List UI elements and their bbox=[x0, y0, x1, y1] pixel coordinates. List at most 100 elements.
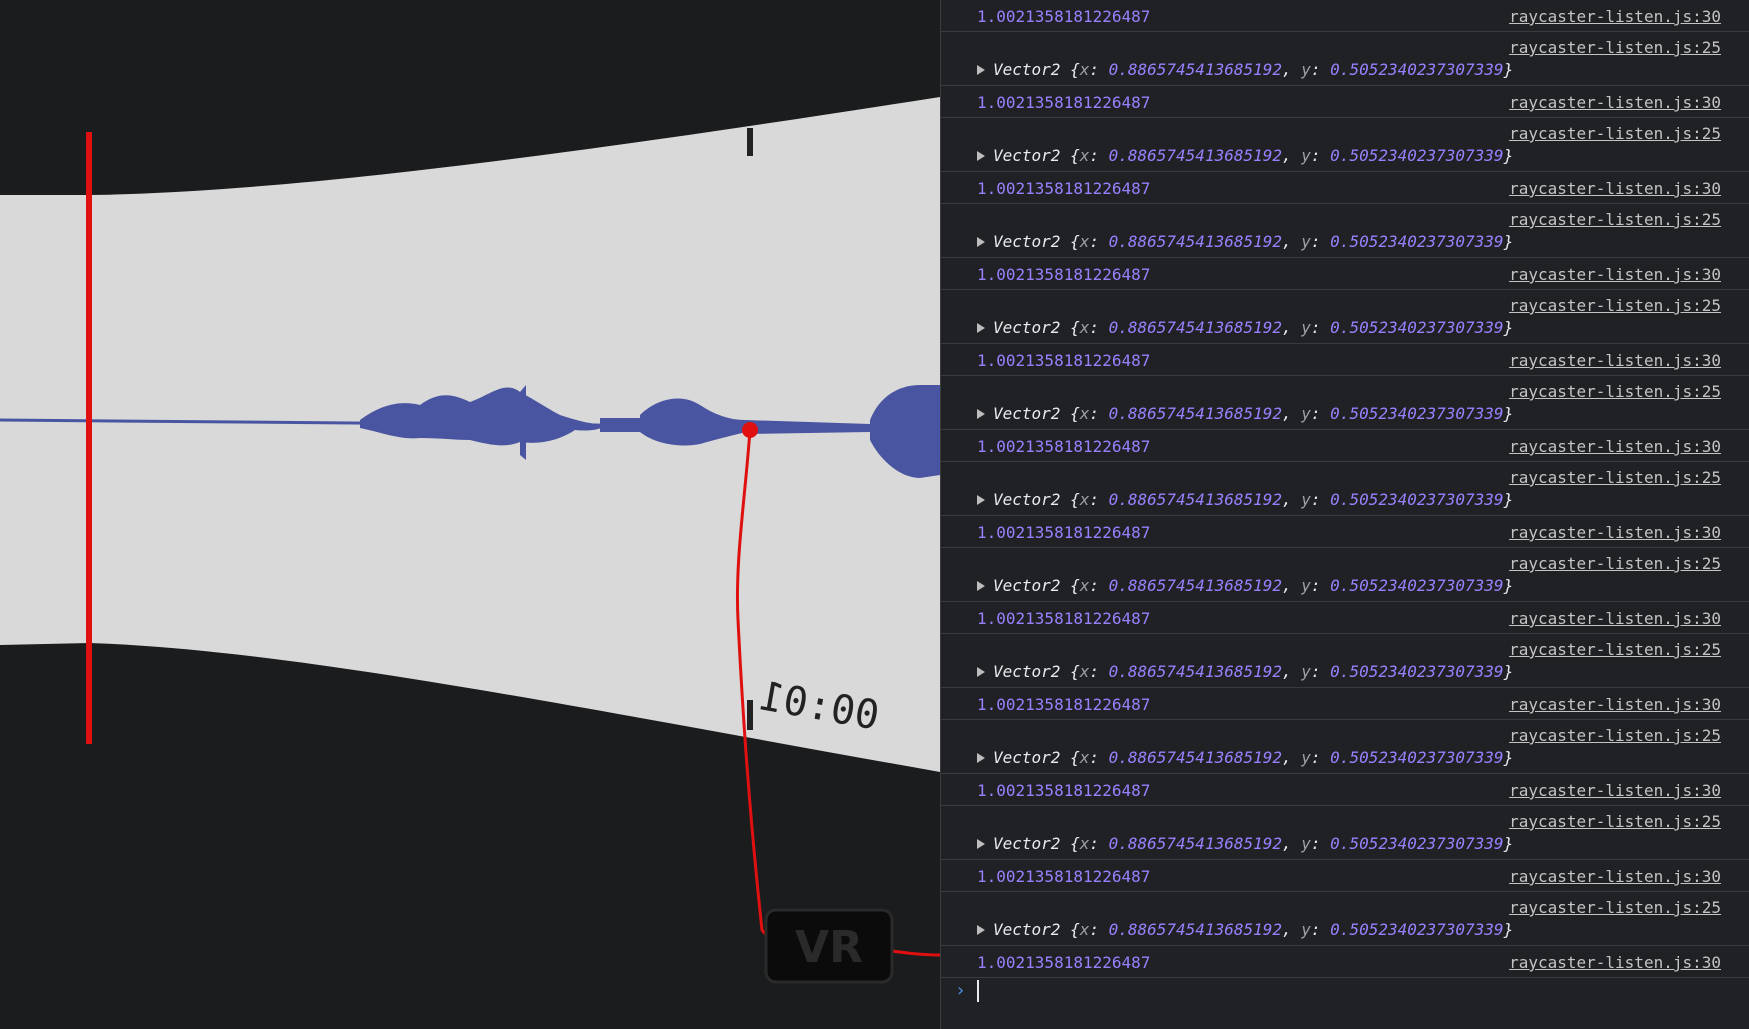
source-link[interactable]: raycaster-listen.js:30 bbox=[1509, 437, 1721, 456]
devtools-console[interactable]: raycaster-listen.js:30 1.0021358181226487… bbox=[940, 0, 1749, 1029]
property-value-y: 0.5052340237307339 bbox=[1330, 920, 1504, 939]
object-preview[interactable]: Vector2 {x: 0.8865745413685192, y: 0.505… bbox=[977, 318, 1513, 337]
property-key: x bbox=[1079, 146, 1090, 165]
expand-triangle-icon[interactable] bbox=[977, 408, 985, 419]
log-value: 1.0021358181226487 bbox=[977, 953, 1151, 972]
object-preview[interactable]: Vector2 {x: 0.8865745413685192, y: 0.505… bbox=[977, 834, 1513, 853]
property-value-x: 0.8865745413685192 bbox=[1108, 404, 1282, 423]
property-key: x bbox=[1079, 404, 1090, 423]
property-key: x bbox=[1079, 576, 1090, 595]
property-value-x: 0.8865745413685192 bbox=[1108, 490, 1282, 509]
console-prompt[interactable]: › bbox=[941, 976, 1749, 1006]
object-preview[interactable]: Vector2 {x: 0.8865745413685192, y: 0.505… bbox=[977, 60, 1513, 79]
object-class-name: Vector2 bbox=[993, 920, 1061, 939]
console-log-row-object: raycaster-listen.js:25 Vector2 {x: 0.8865… bbox=[941, 32, 1749, 86]
property-value-y: 0.5052340237307339 bbox=[1330, 232, 1504, 251]
source-link[interactable]: raycaster-listen.js:30 bbox=[1509, 179, 1721, 198]
property-value-x: 0.8865745413685192 bbox=[1108, 662, 1282, 681]
property-key: y bbox=[1301, 146, 1311, 165]
object-preview[interactable]: Vector2 {x: 0.8865745413685192, y: 0.505… bbox=[977, 920, 1513, 939]
source-link[interactable]: raycaster-listen.js:30 bbox=[1509, 351, 1721, 370]
source-link[interactable]: raycaster-listen.js:25 bbox=[1509, 898, 1721, 917]
source-link[interactable]: raycaster-listen.js:30 bbox=[1509, 695, 1721, 714]
log-value: 1.0021358181226487 bbox=[977, 437, 1151, 456]
source-link[interactable]: raycaster-listen.js:30 bbox=[1509, 781, 1721, 800]
expand-triangle-icon[interactable] bbox=[977, 924, 985, 935]
log-value: 1.0021358181226487 bbox=[977, 351, 1151, 370]
property-value-x: 0.8865745413685192 bbox=[1108, 576, 1282, 595]
source-link[interactable]: raycaster-listen.js:30 bbox=[1509, 609, 1721, 628]
property-key: x bbox=[1079, 662, 1090, 681]
console-log-row-object: raycaster-listen.js:25 Vector2 {x: 0.8865… bbox=[941, 376, 1749, 430]
source-link[interactable]: raycaster-listen.js:25 bbox=[1509, 812, 1721, 831]
property-value-y: 0.5052340237307339 bbox=[1330, 318, 1504, 337]
source-link[interactable]: raycaster-listen.js:25 bbox=[1509, 382, 1721, 401]
object-class-name: Vector2 bbox=[993, 318, 1061, 337]
source-link[interactable]: raycaster-listen.js:25 bbox=[1509, 38, 1721, 57]
top-tick-marker bbox=[747, 128, 753, 156]
console-log-row-number: raycaster-listen.js:30 1.0021358181226487 bbox=[941, 774, 1749, 806]
property-value-x: 0.8865745413685192 bbox=[1108, 748, 1282, 767]
expand-triangle-icon[interactable] bbox=[977, 752, 985, 763]
object-preview[interactable]: Vector2 {x: 0.8865745413685192, y: 0.505… bbox=[977, 146, 1513, 165]
object-class-name: Vector2 bbox=[993, 662, 1061, 681]
object-class-name: Vector2 bbox=[993, 146, 1061, 165]
vr-button[interactable]: VR bbox=[764, 908, 894, 984]
expand-triangle-icon[interactable] bbox=[977, 322, 985, 333]
console-log-row-object: raycaster-listen.js:25 Vector2 {x: 0.8865… bbox=[941, 892, 1749, 946]
bottom-tick-marker bbox=[747, 700, 753, 730]
source-link[interactable]: raycaster-listen.js:30 bbox=[1509, 953, 1721, 972]
source-link[interactable]: raycaster-listen.js:25 bbox=[1509, 296, 1721, 315]
scene-canvas[interactable]: 00:01 VR bbox=[0, 0, 940, 1029]
log-value: 1.0021358181226487 bbox=[977, 695, 1151, 714]
property-key: x bbox=[1079, 834, 1090, 853]
expand-triangle-icon[interactable] bbox=[977, 494, 985, 505]
property-value-x: 0.8865745413685192 bbox=[1108, 834, 1282, 853]
expand-triangle-icon[interactable] bbox=[977, 64, 985, 75]
prompt-chevron-icon: › bbox=[955, 980, 966, 1001]
object-preview[interactable]: Vector2 {x: 0.8865745413685192, y: 0.505… bbox=[977, 490, 1513, 509]
property-key: y bbox=[1301, 232, 1311, 251]
log-value: 1.0021358181226487 bbox=[977, 265, 1151, 284]
object-preview[interactable]: Vector2 {x: 0.8865745413685192, y: 0.505… bbox=[977, 404, 1513, 423]
console-log-row-number: raycaster-listen.js:30 1.0021358181226487 bbox=[941, 602, 1749, 634]
property-key: y bbox=[1301, 834, 1311, 853]
property-key: y bbox=[1301, 60, 1311, 79]
console-log-row-number: raycaster-listen.js:30 1.0021358181226487 bbox=[941, 946, 1749, 978]
source-link[interactable]: raycaster-listen.js:25 bbox=[1509, 554, 1721, 573]
source-link[interactable]: raycaster-listen.js:25 bbox=[1509, 640, 1721, 659]
source-link[interactable]: raycaster-listen.js:25 bbox=[1509, 210, 1721, 229]
source-link[interactable]: raycaster-listen.js:30 bbox=[1509, 265, 1721, 284]
console-log-row-object: raycaster-listen.js:25 Vector2 {x: 0.8865… bbox=[941, 118, 1749, 172]
source-link[interactable]: raycaster-listen.js:30 bbox=[1509, 7, 1721, 26]
object-preview[interactable]: Vector2 {x: 0.8865745413685192, y: 0.505… bbox=[977, 576, 1513, 595]
source-link[interactable]: raycaster-listen.js:25 bbox=[1509, 726, 1721, 745]
object-preview[interactable]: Vector2 {x: 0.8865745413685192, y: 0.505… bbox=[977, 232, 1513, 251]
source-link[interactable]: raycaster-listen.js:30 bbox=[1509, 93, 1721, 112]
console-log-row-number: raycaster-listen.js:30 1.0021358181226487 bbox=[941, 0, 1749, 32]
source-link[interactable]: raycaster-listen.js:30 bbox=[1509, 867, 1721, 886]
console-log-row-number: raycaster-listen.js:30 1.0021358181226487 bbox=[941, 516, 1749, 548]
source-link[interactable]: raycaster-listen.js:25 bbox=[1509, 468, 1721, 487]
expand-triangle-icon[interactable] bbox=[977, 150, 985, 161]
expand-triangle-icon[interactable] bbox=[977, 580, 985, 591]
console-log-row-object: raycaster-listen.js:25 Vector2 {x: 0.8865… bbox=[941, 462, 1749, 516]
object-preview[interactable]: Vector2 {x: 0.8865745413685192, y: 0.505… bbox=[977, 662, 1513, 681]
expand-triangle-icon[interactable] bbox=[977, 236, 985, 247]
log-value: 1.0021358181226487 bbox=[977, 609, 1151, 628]
property-key: y bbox=[1301, 576, 1311, 595]
property-value-y: 0.5052340237307339 bbox=[1330, 834, 1504, 853]
source-link[interactable]: raycaster-listen.js:25 bbox=[1509, 124, 1721, 143]
console-log-row-object: raycaster-listen.js:25 Vector2 {x: 0.8865… bbox=[941, 634, 1749, 688]
expand-triangle-icon[interactable] bbox=[977, 838, 985, 849]
text-caret bbox=[977, 980, 979, 1002]
source-link[interactable]: raycaster-listen.js:30 bbox=[1509, 523, 1721, 542]
console-log-row-number: raycaster-listen.js:30 1.0021358181226487 bbox=[941, 344, 1749, 376]
expand-triangle-icon[interactable] bbox=[977, 666, 985, 677]
console-log-row-object: raycaster-listen.js:25 Vector2 {x: 0.8865… bbox=[941, 290, 1749, 344]
property-key: x bbox=[1079, 920, 1090, 939]
object-preview[interactable]: Vector2 {x: 0.8865745413685192, y: 0.505… bbox=[977, 748, 1513, 767]
object-class-name: Vector2 bbox=[993, 748, 1061, 767]
vr-scene-viewport[interactable]: 00:01 VR bbox=[0, 0, 940, 1029]
console-log-row-object: raycaster-listen.js:25 Vector2 {x: 0.8865… bbox=[941, 204, 1749, 258]
